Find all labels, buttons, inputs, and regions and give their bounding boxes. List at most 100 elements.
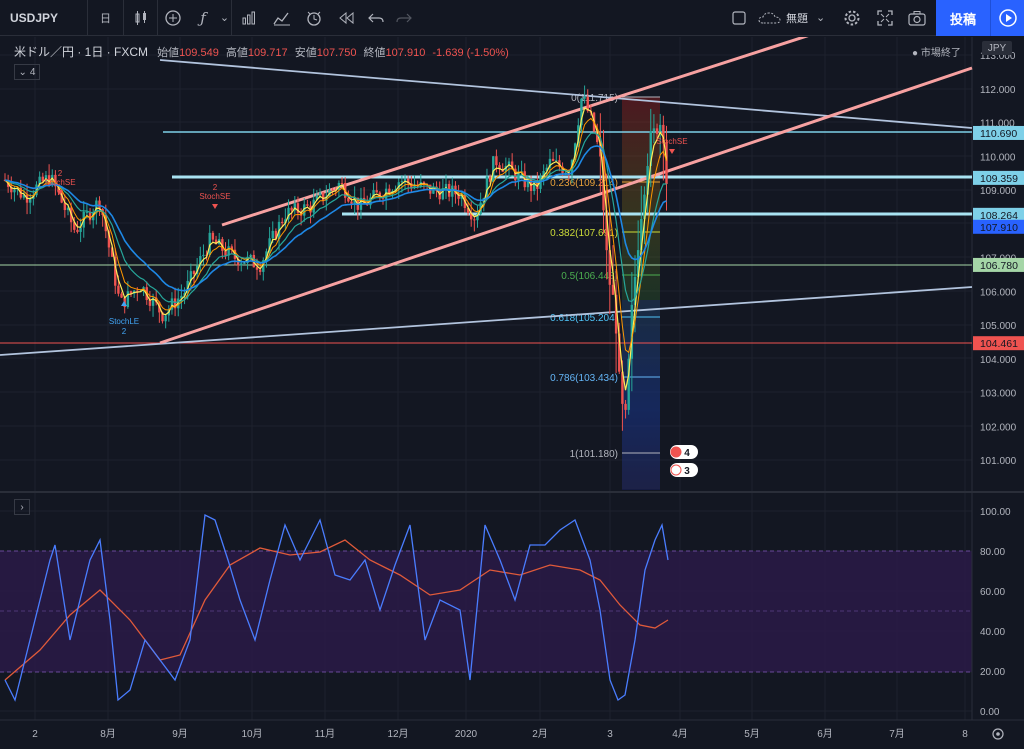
price-chart[interactable]: 0(111.715)0.236(109.214)0.382(107.691)0.…: [0, 37, 1024, 749]
signal-marker: 2StochSE: [199, 183, 231, 209]
candle-body: [290, 207, 293, 211]
time-axis[interactable]: 2 8月 9月 10月 11月 12月 2020 2月 3 4月 5月 6月 7月 8: [32, 728, 968, 740]
candle-body: [652, 128, 656, 132]
signal-arrow-up-icon: [121, 301, 127, 306]
oscillator-axis[interactable]: 100.00 80.00 60.00 40.00 20.00 0.00: [980, 507, 1011, 718]
candle-body: [243, 262, 246, 264]
camera-icon[interactable]: [902, 0, 932, 36]
price-tick-label: 104.000: [980, 355, 1017, 366]
legend-high: 109.717: [247, 47, 288, 59]
candle-body: [473, 219, 476, 221]
price-tick-label: 103.000: [980, 389, 1017, 400]
candle-body: [164, 315, 167, 322]
price-tick-label: 106.000: [980, 287, 1017, 298]
settings-gear-icon[interactable]: [838, 0, 866, 36]
candle-body: [126, 291, 130, 308]
candle-body: [258, 269, 262, 272]
candle-body: [551, 158, 555, 161]
undo-icon[interactable]: [362, 0, 390, 36]
time-tick-label: 8月: [100, 728, 116, 740]
fullscreen-icon[interactable]: [870, 0, 900, 36]
interval-button[interactable]: 日: [88, 0, 124, 36]
time-tick-label: 2: [32, 729, 38, 740]
price-tick-label: 109.000: [980, 186, 1017, 197]
replay-play-button[interactable]: [990, 0, 1024, 36]
symbol-search[interactable]: USDJPY: [0, 0, 88, 36]
legend-change: -1.639 (-1.50%): [432, 47, 509, 59]
play-icon: [999, 9, 1017, 27]
time-tick-label: 11月: [315, 728, 335, 740]
replay-icon[interactable]: [330, 0, 362, 36]
price-axis[interactable]: 113.000112.000111.000110.000109.000107.0…: [973, 51, 1024, 467]
price-label-value: 104.461: [980, 338, 1018, 350]
fib-level-label: 0.786(103.434): [550, 373, 618, 384]
time-tick-label: 6月: [817, 728, 833, 740]
candle-body: [665, 142, 668, 184]
legend-title[interactable]: 米ドル／円 · 1日 · FXCM: [14, 45, 148, 59]
alert-icon[interactable]: [298, 0, 330, 36]
redo-icon[interactable]: [390, 0, 418, 36]
time-tick-label: 2020: [455, 729, 478, 740]
osc-tick-label: 60.00: [980, 587, 1005, 598]
price-tick-label: 112.000: [980, 85, 1016, 96]
event-badges: 43: [670, 445, 698, 477]
fullscreen-checkbox-icon[interactable]: [724, 0, 754, 36]
candle-body: [120, 293, 123, 298]
price-tick-label: 110.000: [980, 152, 1016, 163]
layout-name-button[interactable]: 無題 ⌄: [758, 0, 836, 36]
candle-body: [79, 227, 82, 232]
price-label-value: 107.910: [980, 222, 1018, 234]
indicators-icon[interactable]: ƒ: [188, 0, 218, 36]
legend-open: 109.549: [179, 47, 219, 59]
candle-body: [29, 198, 32, 203]
time-tick-label: 2月: [532, 728, 548, 740]
signal-count: 2: [58, 169, 63, 178]
signal-count: 2: [213, 183, 218, 192]
candle-body: [495, 156, 498, 166]
time-tick-label: 9月: [172, 728, 188, 740]
chart-legend: 米ドル／円 · 1日 · FXCM 始値109.549 高値109.717 安値…: [14, 45, 509, 59]
chevron-down-icon: ⌄: [18, 66, 27, 78]
candle-body: [202, 254, 205, 257]
signal-label: StochSE: [656, 137, 687, 146]
time-tick-label: 3: [607, 729, 613, 740]
templates-icon[interactable]: [266, 0, 298, 36]
price-label-value: 109.359: [980, 173, 1018, 185]
candle-style-icon[interactable]: [124, 0, 158, 36]
price-label-value: 106.780: [980, 260, 1018, 272]
descending-trendline: [159, 59, 973, 129]
time-tick-label: 5月: [744, 728, 760, 740]
currency-badge[interactable]: JPY: [982, 41, 1012, 55]
candle-body: [117, 285, 120, 294]
candle-body: [224, 250, 227, 256]
candle-body: [211, 232, 215, 240]
time-tick-label: 4月: [672, 728, 688, 740]
post-button[interactable]: 投稿: [936, 0, 990, 36]
top-toolbar: USDJPY 日 ƒ ⌄ 無題 ⌄ 投稿: [0, 0, 1024, 36]
indicator-collapse-button[interactable]: ⌄ 4: [14, 64, 40, 80]
candle-body: [624, 403, 627, 410]
signal-count: 2: [122, 327, 127, 336]
indicators-dropdown-icon[interactable]: ⌄: [218, 0, 232, 36]
candle-body: [583, 96, 586, 99]
candle-body: [88, 211, 92, 221]
candle-body: [240, 263, 243, 266]
candle-body: [306, 204, 309, 206]
candle-body: [13, 189, 16, 193]
candle-body: [321, 192, 325, 201]
osc-tick-label: 80.00: [980, 547, 1005, 558]
time-tick-label: 12月: [387, 728, 408, 740]
candle-body: [318, 192, 322, 196]
axis-settings-icon[interactable]: [992, 728, 1004, 740]
signal-label: StochLE: [109, 317, 139, 326]
market-status: ● 市場終了: [912, 48, 961, 59]
osc-tick-label: 40.00: [980, 627, 1005, 638]
financials-icon[interactable]: [232, 0, 266, 36]
candle-body: [76, 229, 79, 232]
osc-tick-label: 20.00: [980, 667, 1005, 678]
compare-icon[interactable]: [158, 0, 188, 36]
oscillator-collapse-button[interactable]: ›: [14, 499, 30, 515]
signal-arrow-down-icon: [669, 149, 675, 154]
candle-body: [347, 197, 350, 202]
candle-body: [451, 185, 454, 197]
